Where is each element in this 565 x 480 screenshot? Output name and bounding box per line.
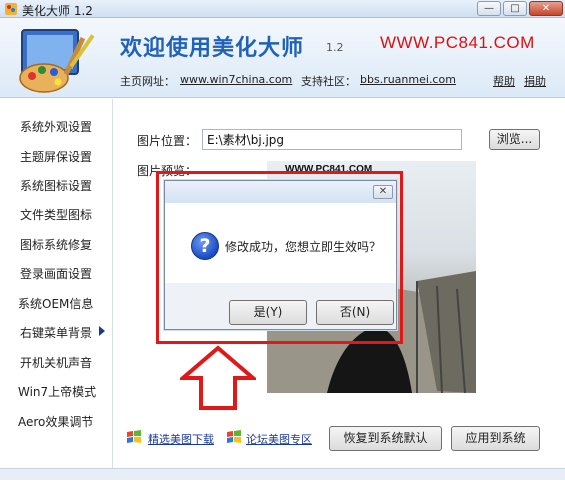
minimize-button[interactable]: —	[477, 1, 501, 16]
image-location-label: 图片位置：	[137, 134, 198, 148]
sidebar-item-icon-repair[interactable]: 图标系统修复	[0, 233, 113, 255]
app-icon	[5, 3, 17, 15]
sidebar-item-oem-info[interactable]: 系统OEM信息	[0, 292, 113, 314]
sidebar-item-appearance[interactable]: 系统外观设置	[0, 115, 113, 137]
sidebar-item-context-menu[interactable]: 右键菜单背景	[0, 321, 113, 343]
sidebar-item-startup-sound[interactable]: 开机关机声音	[0, 351, 113, 373]
apply-button[interactable]: 应用到系统	[451, 426, 540, 451]
help-link[interactable]: 帮助	[493, 73, 515, 89]
sidebar-item-label: 系统外观设置	[20, 120, 93, 134]
sidebar-item-label: 开机关机声音	[20, 356, 93, 370]
up-arrow-icon	[180, 345, 256, 410]
status-bar	[0, 468, 565, 480]
dialog-message: 修改成功，您想立即生效吗？	[225, 240, 382, 254]
window-title: 美化大师 1.2	[22, 4, 93, 18]
close-button[interactable]: ✕	[529, 1, 563, 16]
sidebar-item-aero[interactable]: Aero效果调节	[0, 410, 113, 432]
sidebar-item-label: 图标系统修复	[20, 238, 93, 252]
sidebar-item-label: 系统OEM信息	[18, 297, 94, 311]
header-banner: 欢迎使用美化大师 1.2 WWW.PC841.COM 主页网址： www.win…	[0, 18, 565, 98]
chevron-right-icon	[99, 326, 105, 336]
yes-button[interactable]: 是(Y)	[229, 300, 307, 325]
welcome-title: 欢迎使用美化大师	[120, 36, 305, 61]
homepage-label: 主页网址：	[120, 75, 175, 88]
windows-flag-icon	[227, 430, 241, 443]
sidebar-item-login-screen[interactable]: 登录画面设置	[0, 262, 113, 284]
sidebar-item-label: 右键菜单背景	[20, 326, 93, 340]
sidebar-item-label: 登录画面设置	[20, 267, 93, 281]
sidebar-item-label: 系统图标设置	[20, 179, 93, 193]
title-bar: 美化大师 1.2 — □ ✕	[0, 0, 565, 18]
brand-watermark: WWW.PC841.COM	[380, 33, 535, 52]
question-icon: ?	[191, 232, 219, 260]
sidebar-item-god-mode[interactable]: Win7上帝模式	[0, 380, 113, 402]
no-button[interactable]: 否(N)	[316, 300, 394, 325]
sidebar-item-filetype-icons[interactable]: 文件类型图标	[0, 203, 113, 225]
homepage-link[interactable]: www.win7china.com	[180, 73, 292, 86]
wallpaper-download-link[interactable]: 精选美图下载	[148, 431, 214, 447]
dialog-title-bar	[165, 181, 396, 203]
sidebar-item-system-icons[interactable]: 系统图标设置	[0, 174, 113, 196]
forum-wallpaper-link[interactable]: 论坛美图专区	[246, 431, 312, 447]
image-path-field[interactable]	[202, 129, 462, 150]
community-link[interactable]: bbs.ruanmei.com	[360, 73, 456, 86]
sidebar-item-label: 主题屏保设置	[20, 150, 93, 164]
browse-button[interactable]: 浏览...	[489, 129, 540, 150]
preview-label: 图片预览：	[137, 164, 198, 178]
community-label: 支持社区：	[301, 75, 356, 88]
donate-link[interactable]: 捐助	[524, 73, 546, 89]
windows-flag-icon	[127, 430, 141, 443]
sidebar-item-label: Win7上帝模式	[18, 385, 97, 399]
sidebar-item-label: 文件类型图标	[20, 208, 93, 222]
maximize-button[interactable]: □	[503, 1, 527, 16]
palette-logo-icon	[19, 29, 95, 93]
dialog-close-button[interactable]: ✕	[373, 185, 393, 199]
restore-default-button[interactable]: 恢复到系统默认	[329, 426, 442, 451]
sidebar-item-theme[interactable]: 主题屏保设置	[0, 145, 113, 167]
confirm-dialog: ✕ ? 修改成功，您想立即生效吗？ 是(Y) 否(N)	[164, 180, 397, 330]
sidebar-item-label: Aero效果调节	[18, 415, 94, 429]
version-label: 1.2	[326, 41, 344, 54]
sidebar: 系统外观设置 主题屏保设置 系统图标设置 文件类型图标 图标系统修复 登录画面设…	[0, 99, 113, 480]
